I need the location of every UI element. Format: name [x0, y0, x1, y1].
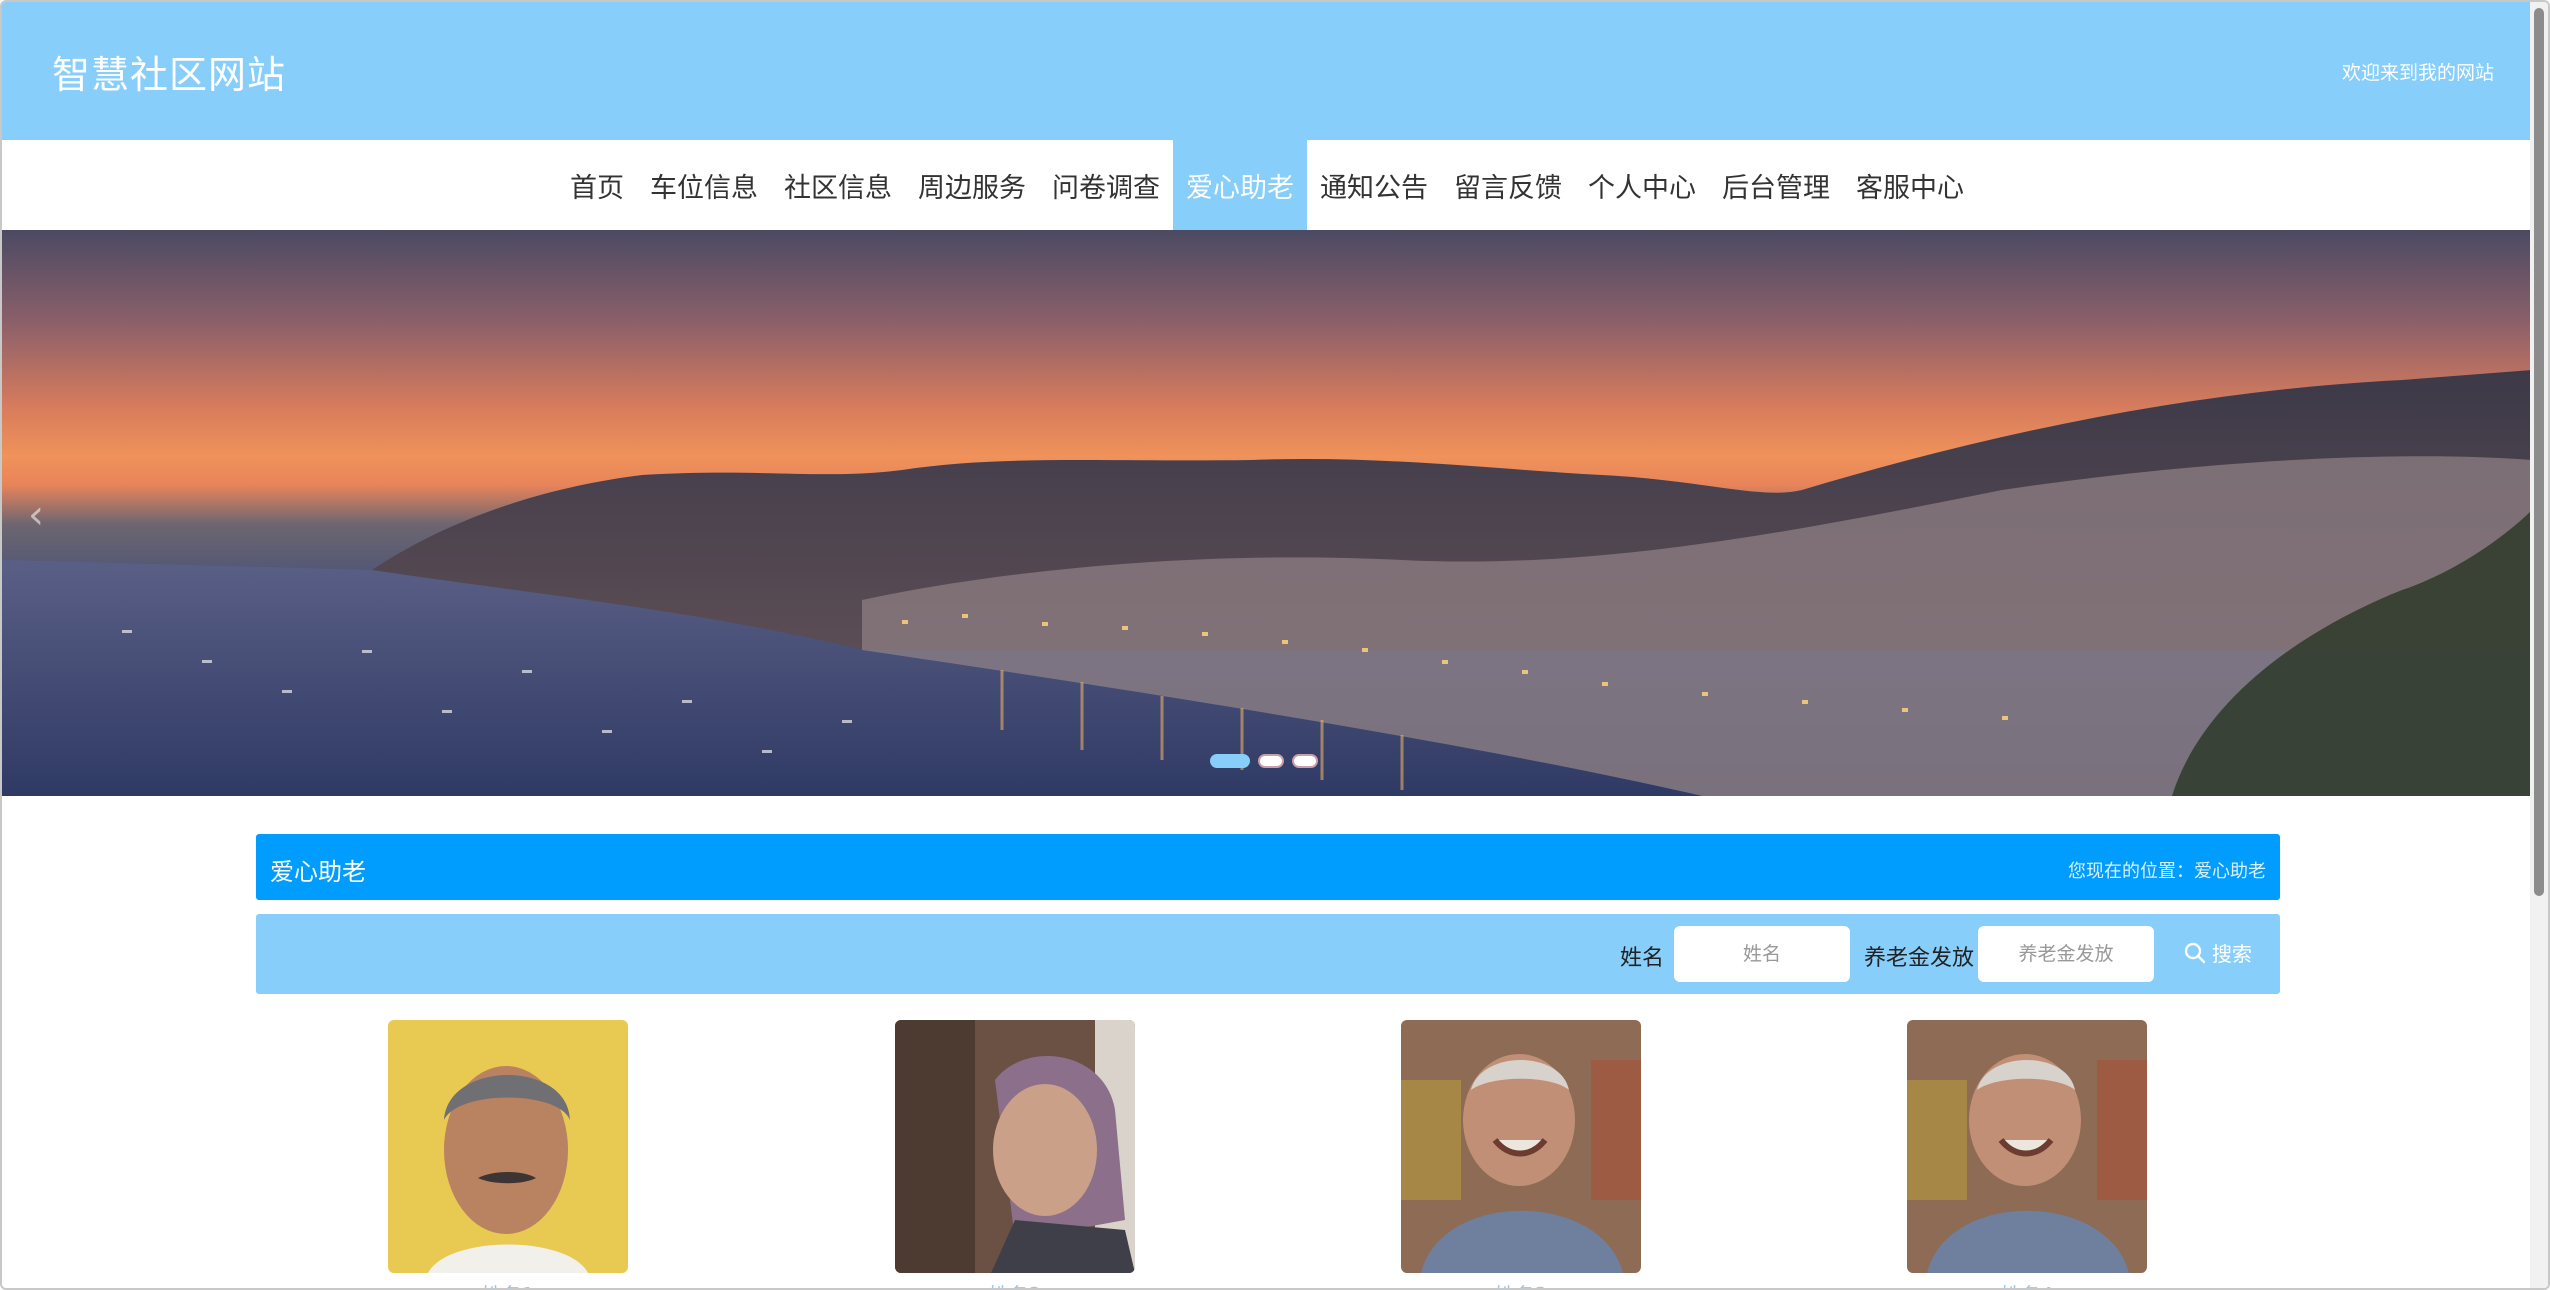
- nav-item-elder-care[interactable]: 爱心助老: [1173, 140, 1307, 230]
- nav-item-services[interactable]: 周边服务: [905, 140, 1039, 230]
- elder-photo-4[interactable]: [1907, 1020, 2147, 1273]
- section-title: 爱心助老: [270, 858, 366, 886]
- page-scrollbar[interactable]: [2530, 2, 2548, 1288]
- nav-item-admin[interactable]: 后台管理: [1709, 140, 1843, 230]
- main-nav: 首页 车位信息 社区信息 周边服务 问卷调查 爱心助老 通知公告 留言反馈 个人…: [2, 140, 2532, 230]
- breadcrumb: 您现在的位置：爱心助老: [2068, 861, 2266, 882]
- elder-photo-1[interactable]: [388, 1020, 628, 1273]
- search-bar: 姓名 养老金发放 搜索: [256, 914, 2280, 994]
- elder-photo-2[interactable]: [895, 1020, 1135, 1273]
- name-input[interactable]: [1674, 926, 1850, 982]
- nav-item-parking[interactable]: 车位信息: [637, 140, 771, 230]
- nav-item-profile[interactable]: 个人中心: [1575, 140, 1709, 230]
- elder-card-2[interactable]: 姓名2: [895, 1020, 1135, 1288]
- pension-label: 养老金发放: [1864, 946, 1975, 971]
- search-button-label: 搜索: [2212, 942, 2252, 966]
- carousel-indicators: [1210, 754, 1318, 768]
- elder-photo-3[interactable]: [1401, 1020, 1641, 1273]
- nav-item-notices[interactable]: 通知公告: [1307, 140, 1441, 230]
- pension-input[interactable]: [1978, 926, 2154, 982]
- elder-card-1[interactable]: 姓名1: [388, 1020, 628, 1288]
- nav-item-home[interactable]: 首页: [557, 140, 637, 230]
- carousel-dot-1[interactable]: [1210, 754, 1250, 768]
- name-label: 姓名: [1620, 946, 1665, 971]
- section-header: 爱心助老 您现在的位置：爱心助老: [256, 834, 2280, 900]
- hero-carousel: ‹: [2, 230, 2532, 796]
- elder-name[interactable]: 姓名1: [388, 1279, 628, 1288]
- scrollbar-thumb[interactable]: [2534, 8, 2544, 896]
- nav-item-support[interactable]: 客服中心: [1843, 140, 1977, 230]
- nav-item-feedback[interactable]: 留言反馈: [1441, 140, 1575, 230]
- elder-card-4[interactable]: 姓名4: [1907, 1020, 2147, 1288]
- page: 智慧社区网站 欢迎来到我的网站 首页 车位信息 社区信息 周边服务 问卷调查 爱…: [0, 0, 2550, 1290]
- elder-card-3[interactable]: 姓名3: [1401, 1020, 1641, 1288]
- search-button[interactable]: 搜索: [2184, 938, 2252, 967]
- elder-name[interactable]: 姓名4: [1907, 1279, 2147, 1288]
- site-header: 智慧社区网站 欢迎来到我的网站: [2, 2, 2532, 140]
- welcome-text: 欢迎来到我的网站: [2341, 62, 2494, 84]
- carousel-dot-3[interactable]: [1292, 754, 1318, 768]
- nav-item-community[interactable]: 社区信息: [771, 140, 905, 230]
- elder-name[interactable]: 姓名2: [895, 1279, 1135, 1288]
- banner-image: [2, 370, 2532, 796]
- chevron-left-icon[interactable]: ‹: [28, 492, 44, 538]
- carousel-dot-2[interactable]: [1258, 754, 1284, 768]
- elder-name[interactable]: 姓名3: [1401, 1279, 1641, 1288]
- search-icon: [2184, 942, 2206, 963]
- nav-item-survey[interactable]: 问卷调查: [1039, 140, 1173, 230]
- site-title[interactable]: 智慧社区网站: [52, 44, 286, 99]
